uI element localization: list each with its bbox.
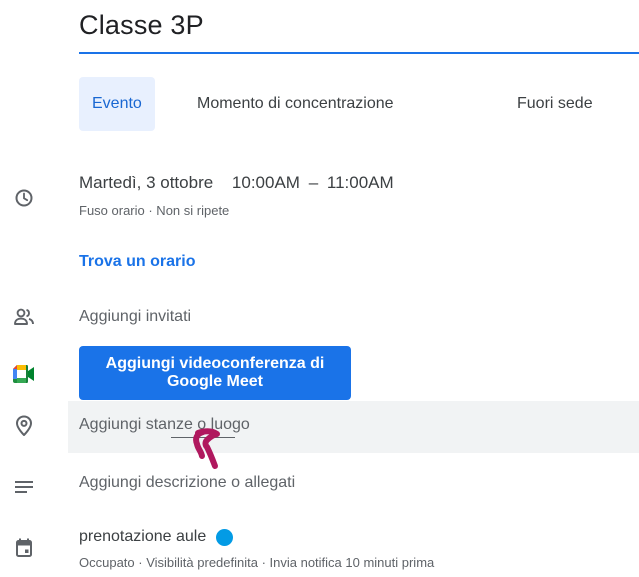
map-pin-icon [12, 414, 36, 438]
tab-momento-di-concentrazione[interactable]: Momento di concentrazione [197, 77, 394, 131]
tab-evento[interactable]: Evento [79, 77, 155, 131]
event-start-time[interactable]: 10:00AM [232, 173, 300, 192]
event-title[interactable]: Classe 3P [79, 10, 204, 41]
title-field[interactable]: Classe 3P [79, 0, 639, 54]
tab-fuori-sede[interactable]: Fuori sede [517, 77, 593, 131]
event-editor: Classe 3P Evento Momento di concentrazio… [0, 0, 639, 577]
event-date[interactable]: Martedì, 3 ottobre [79, 173, 213, 192]
calendar-selector[interactable]: prenotazione aule [79, 528, 234, 546]
google-meet-icon [12, 362, 36, 386]
people-icon [12, 305, 36, 329]
add-description-field[interactable]: Aggiungi descrizione o allegati [79, 474, 295, 492]
location-field[interactable]: Aggiungi stanze o luogo [68, 401, 639, 453]
time-separator: – [308, 173, 319, 192]
event-end-time[interactable]: 11:00AM [327, 173, 394, 192]
pen-annotation-mark [193, 428, 220, 469]
notes-icon [12, 475, 36, 499]
add-guests-field[interactable]: Aggiungi invitati [79, 308, 191, 326]
calendar-icon [12, 536, 36, 560]
calendar-color-dot[interactable] [216, 528, 234, 546]
find-time-link[interactable]: Trova un orario [79, 253, 195, 271]
event-datetime[interactable]: Martedì, 3 ottobre 10:00AM – 11:00AM [79, 173, 394, 193]
calendar-details[interactable]: Occupato · Visibilità predefinita · Invi… [79, 555, 434, 570]
timezone-recurrence[interactable]: Fuso orario · Non si ripete [79, 203, 229, 218]
add-google-meet-button[interactable]: Aggiungi videoconferenza di Google Meet [79, 346, 351, 400]
calendar-name[interactable]: prenotazione aule [79, 528, 206, 546]
clock-icon [12, 186, 36, 210]
